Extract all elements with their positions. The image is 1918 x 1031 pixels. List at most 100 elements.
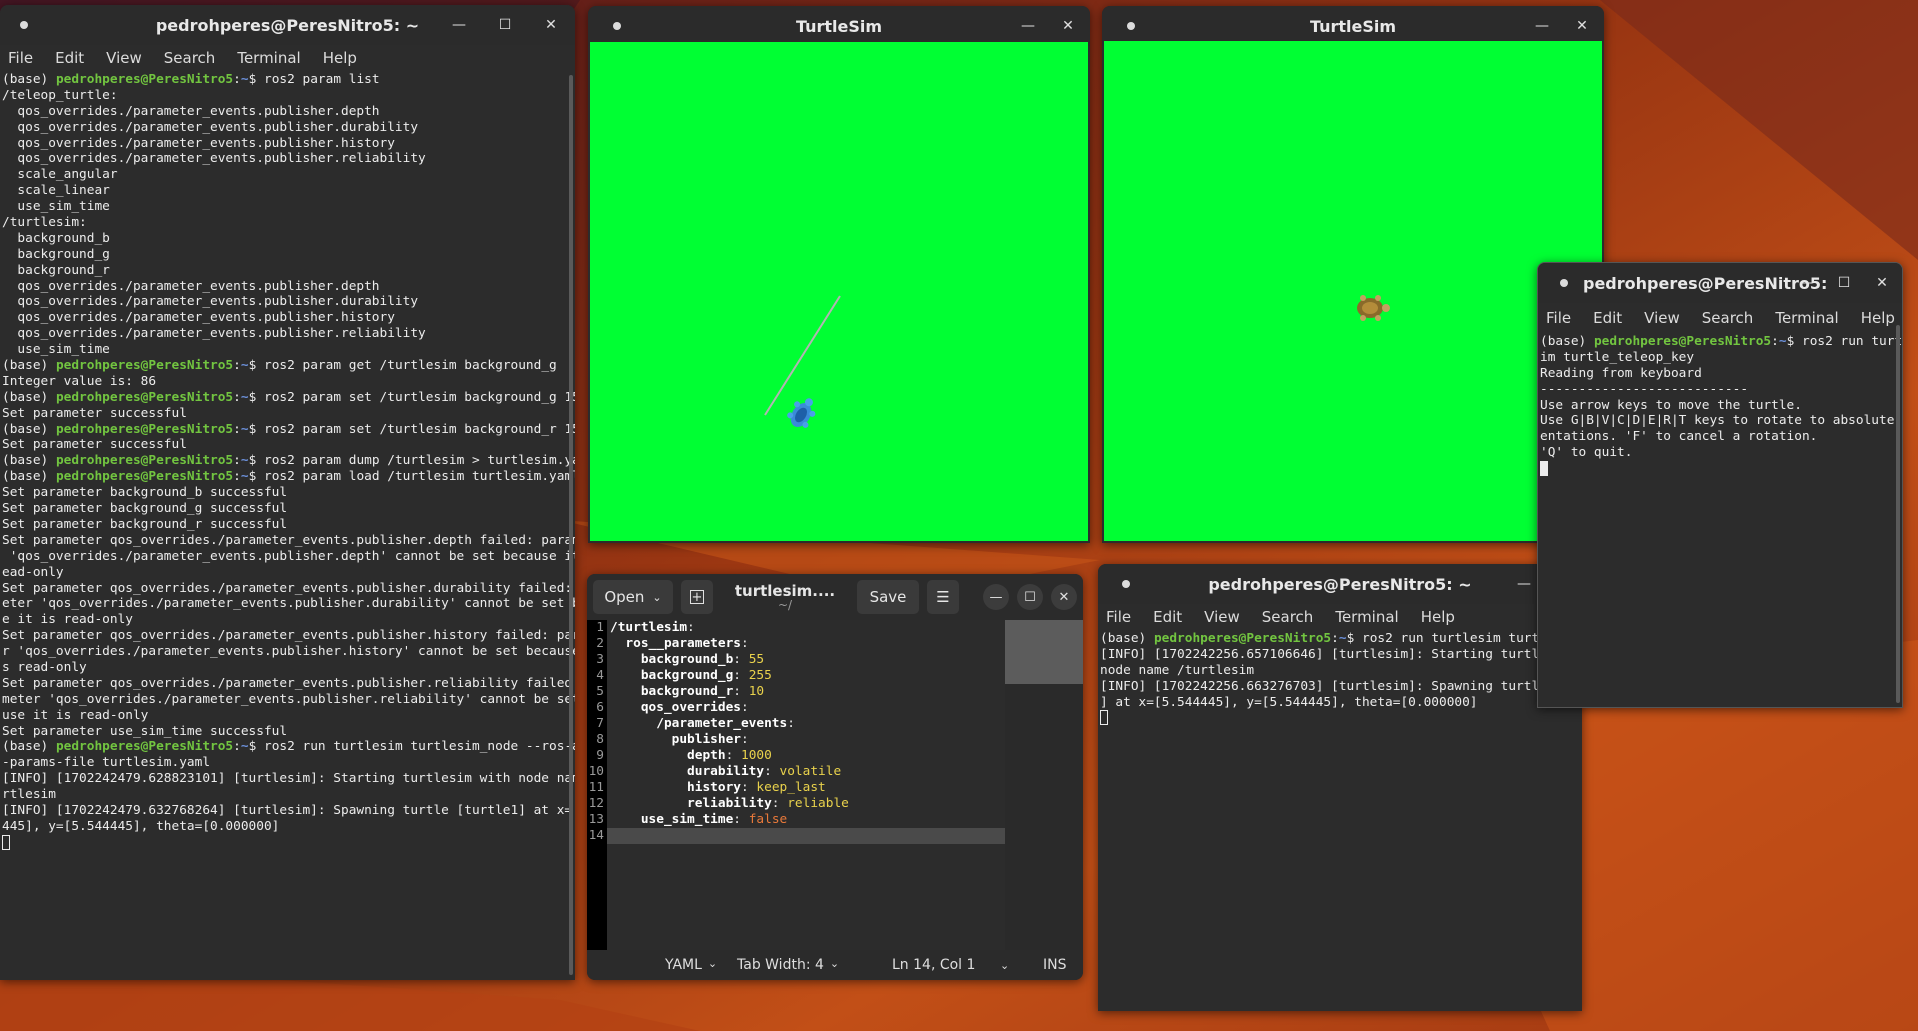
editor-statusbar: YAML ⌄ Tab Width: 4 ⌄ Ln 14, Col 1 ⌄ INS: [587, 950, 1083, 980]
turtlesim-window-1[interactable]: TurtleSim — ✕: [588, 6, 1090, 543]
turtle-path: [764, 295, 841, 428]
code-line: background_b: 55: [610, 652, 1022, 668]
line-number: 11: [588, 780, 604, 795]
terminal-prompt-line[interactable]: [1540, 461, 1900, 477]
turtlesim-titlebar[interactable]: TurtleSim — ✕: [1102, 6, 1604, 46]
terminal-line: Use G|B|V|C|D|E|R|T keys to rotate to ab…: [1540, 413, 1900, 429]
minimize-icon[interactable]: —: [1530, 14, 1554, 38]
terminal-text: Integer value is: 86: [2, 373, 157, 389]
minimap[interactable]: [1005, 620, 1083, 950]
menu-edit[interactable]: Edit: [1153, 608, 1182, 626]
new-tab-button[interactable]: +: [681, 580, 713, 614]
close-icon[interactable]: ✕: [1570, 14, 1594, 38]
maximize-icon[interactable]: ☐: [1017, 584, 1043, 610]
code-token: /turtlesim: [610, 620, 688, 635]
chevron-down-icon[interactable]: ⌄: [1000, 959, 1009, 972]
close-icon[interactable]: ✕: [539, 13, 563, 37]
insert-mode[interactable]: INS: [1043, 957, 1067, 973]
editor-headerbar[interactable]: Open ⌄ + turtlesim.... ~/ Save ☰ — ☐ ✕: [587, 574, 1083, 620]
terminal-titlebar[interactable]: pedrohperes@PeresNitro5: ~ — ☐ ✕: [0, 5, 575, 45]
menu-terminal[interactable]: Terminal: [1775, 309, 1838, 327]
maximize-icon[interactable]: ☐: [1832, 271, 1856, 295]
hamburger-menu-button[interactable]: ☰: [927, 580, 959, 614]
terminal-text: (base): [1540, 334, 1594, 349]
scrollbar[interactable]: [1896, 325, 1900, 703]
scrollbar[interactable]: [569, 75, 573, 975]
code-area[interactable]: /turtlesim: ros__parameters: background_…: [610, 620, 1022, 844]
minimize-icon[interactable]: —: [1016, 14, 1040, 38]
terminal-output[interactable]: (base) pedrohperes@PeresNitro5:~$ ros2 r…: [1098, 630, 1582, 1011]
open-button[interactable]: Open ⌄: [593, 580, 673, 614]
maximize-icon[interactable]: ☐: [493, 13, 517, 37]
menu-file[interactable]: File: [8, 49, 33, 67]
terminal-titlebar[interactable]: pedrohperes@PeresNitro5: — ☐ ✕: [1538, 263, 1902, 303]
menu-file[interactable]: File: [1106, 608, 1131, 626]
language-selector[interactable]: YAML ⌄: [665, 957, 717, 973]
terminal-line: use_sim_time: [2, 342, 573, 358]
menu-search[interactable]: Search: [1262, 608, 1314, 626]
terminal-prompt-line[interactable]: [2, 834, 573, 851]
code-token: :: [733, 812, 749, 827]
text-editor-window[interactable]: Open ⌄ + turtlesim.... ~/ Save ☰ — ☐ ✕ 1…: [587, 574, 1083, 980]
terminal-line: Set parameter successful: [2, 437, 573, 453]
minimize-icon[interactable]: —: [983, 584, 1009, 610]
code-token: reliable: [787, 796, 849, 811]
terminal-text: 445], y=[5.544445], theta=[0.000000]: [2, 818, 280, 834]
terminal-text: Set parameter qos_overrides./parameter_e…: [2, 580, 575, 596]
editor-body[interactable]: 1 2 3 4 5 6 7 8 9 10 11 12 13 14 /turtlesim: ros__par…: [587, 620, 1083, 950]
menu-view[interactable]: View: [1204, 608, 1240, 626]
menu-search[interactable]: Search: [1702, 309, 1754, 327]
minimize-icon[interactable]: —: [1512, 572, 1536, 596]
menu-edit[interactable]: Edit: [1593, 309, 1622, 327]
code-token: publisher: [671, 732, 741, 747]
minimize-icon[interactable]: —: [1794, 271, 1818, 295]
window-menu-icon[interactable]: [613, 22, 621, 30]
terminal-text: (base): [2, 421, 56, 437]
code-token: :: [741, 700, 749, 715]
menu-help[interactable]: Help: [1421, 608, 1455, 626]
terminal-window-main[interactable]: pedrohperes@PeresNitro5: ~ — ☐ ✕ File Ed…: [0, 5, 575, 980]
terminal-output[interactable]: (base) pedrohperes@PeresNitro5:~$ ros2 p…: [0, 71, 575, 980]
menu-edit[interactable]: Edit: [55, 49, 84, 67]
menu-help[interactable]: Help: [1861, 309, 1895, 327]
window-menu-icon[interactable]: [1122, 580, 1130, 588]
window-menu-icon[interactable]: [20, 21, 28, 29]
code-line: use_sim_time: false: [610, 812, 1022, 828]
close-icon[interactable]: ✕: [1051, 584, 1077, 610]
terminal-titlebar[interactable]: pedrohperes@PeresNitro5: ~ — ☐: [1098, 564, 1582, 604]
window-menu-icon[interactable]: [1560, 279, 1568, 287]
terminal-window-turtlesim[interactable]: pedrohperes@PeresNitro5: ~ — ☐ File Edit…: [1098, 564, 1582, 1011]
code-token: :: [741, 636, 749, 651]
menu-terminal[interactable]: Terminal: [1335, 608, 1398, 626]
terminal-window-teleop[interactable]: pedrohperes@PeresNitro5: — ☐ ✕ File Edit…: [1537, 262, 1903, 708]
terminal-output[interactable]: (base) pedrohperes@PeresNitro5:~$ ros2 r…: [1538, 333, 1902, 707]
save-button[interactable]: Save: [857, 580, 919, 614]
minimize-icon[interactable]: —: [447, 13, 471, 37]
menu-help[interactable]: Help: [323, 49, 357, 67]
tab-width-selector[interactable]: Tab Width: 4 ⌄: [737, 957, 839, 973]
terminal-prompt-line[interactable]: [1100, 710, 1580, 726]
menu-view[interactable]: View: [1644, 309, 1680, 327]
terminal-line: 445], y=[5.544445], theta=[0.000000]: [2, 819, 573, 835]
line-number: 7: [596, 716, 604, 731]
terminal-text: ~: [240, 358, 249, 374]
menu-terminal[interactable]: Terminal: [237, 49, 300, 67]
turtlesim-window-2[interactable]: TurtleSim — ✕: [1102, 6, 1604, 543]
close-icon[interactable]: ✕: [1056, 14, 1080, 38]
menu-search[interactable]: Search: [164, 49, 216, 67]
menu-view[interactable]: View: [106, 49, 142, 67]
turtlesim-titlebar[interactable]: TurtleSim — ✕: [588, 6, 1090, 46]
cursor-position[interactable]: Ln 14, Col 1: [892, 957, 975, 973]
terminal-text: use_sim_time: [2, 342, 110, 358]
terminal-line: -params-file turtlesim.yaml: [2, 755, 573, 771]
minimap-viewport[interactable]: [1005, 620, 1083, 684]
terminal-text: $ ros2 param get /turtlesim background_g: [248, 358, 557, 374]
window-menu-icon[interactable]: [1127, 22, 1135, 30]
menu-file[interactable]: File: [1546, 309, 1571, 327]
close-icon[interactable]: ✕: [1870, 271, 1894, 295]
terminal-text: use_sim_time: [2, 199, 110, 215]
terminal-text: $ ros2 param dump /turtlesim > turtlesim…: [248, 453, 575, 469]
terminal-text: Use G|B|V|C|D|E|R|T keys to rotate to ab…: [1540, 413, 1902, 429]
